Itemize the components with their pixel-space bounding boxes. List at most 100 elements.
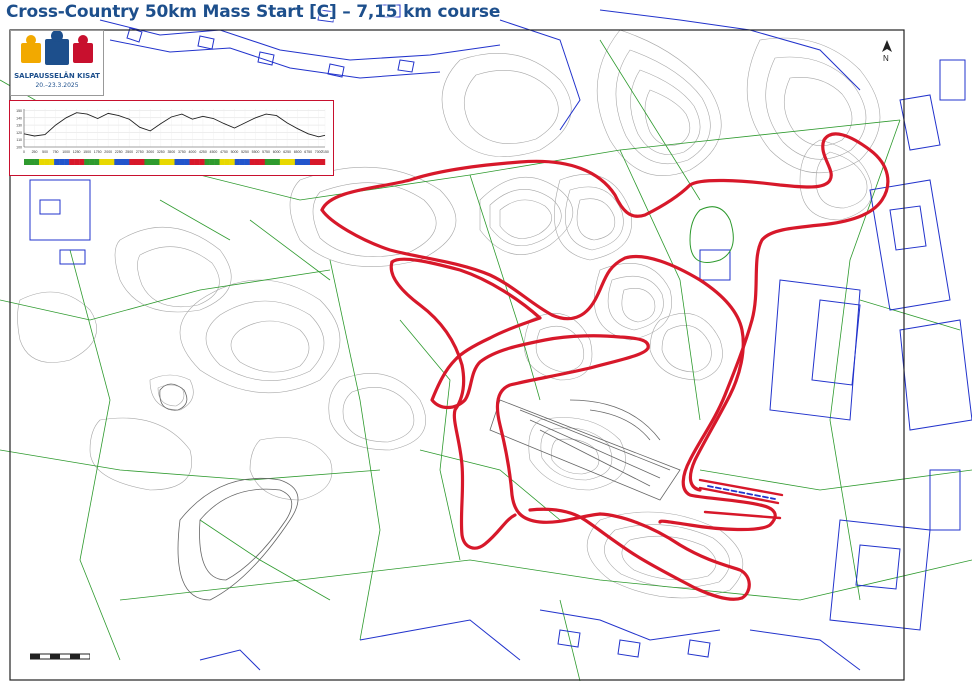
profile-segment [269,159,276,165]
profile-y-tick: 130 [16,124,22,128]
profile-segment [144,159,150,165]
profile-segment [264,159,271,165]
profile-segment [254,159,260,165]
profile-segment [179,159,185,165]
profile-segment [279,159,286,165]
profile-segment [259,159,265,165]
profile-segment [194,159,200,165]
profile-segment [89,159,95,165]
profile-segment [304,159,311,165]
profile-segment [239,159,245,165]
profile-segment [109,159,115,165]
profile-segment [199,159,205,165]
profile-segment [299,159,306,165]
stadium-structures [159,383,681,601]
profile-segment [169,159,175,165]
profile-x-tick: 3750 [178,150,186,154]
profile-segment [84,159,90,165]
profile-segment [74,159,80,165]
profile-segment [284,159,291,165]
profile-segment [234,159,240,165]
profile-segment [114,159,120,165]
profile-x-tick: 0 [23,150,25,154]
profile-y-tick: 120 [16,131,22,135]
profile-x-tick: 4500 [210,150,218,154]
profile-segment [44,159,50,165]
profile-x-tick: 5750 [262,150,270,154]
elevation-profile: 150 140 130 120 110 100 0 250 500 750 1000 1250 1500… [9,100,334,176]
profile-segment [129,159,135,165]
profile-segment [64,159,70,165]
profile-segment [184,159,190,165]
profile-segment [174,159,180,165]
profile-segment [69,159,75,165]
profile-segment [189,159,195,165]
logo-brand-text: SALPAUSSELÄN KISAT [14,72,100,80]
north-label: N [883,54,889,63]
profile-x-tick: 1750 [94,150,102,154]
profile-x-tick: 500 [42,150,48,154]
profile-x-tick: 4250 [199,150,207,154]
pond [689,206,734,263]
north-arrow-icon: N [880,40,894,66]
elevation-profile-chart: 1501401301201101000 250 500 750 1000 1250 1500… [16,109,329,165]
profile-segment [219,159,225,165]
logo-figures-icon [21,30,93,65]
profile-segment [139,159,145,165]
profile-segment [124,159,130,165]
profile-segment [224,159,230,165]
profile-segment [214,159,220,165]
profile-segment [99,159,105,165]
profile-segment [134,159,140,165]
profile-segment [149,159,155,165]
profile-x-tick: 6000 [273,150,281,154]
profile-elevation-line [23,112,326,138]
profile-x-tick: 3250 [157,150,165,154]
profile-segment [94,159,100,165]
event-logo: SALPAUSSELÄN KISAT 20.–23.3.2025 [10,30,104,96]
profile-segment [309,159,316,165]
profile-segment [49,159,55,165]
profile-x-tick: 1000 [62,150,70,154]
profile-x-tick: 1500 [83,150,91,154]
profile-x-tick: 2000 [104,150,112,154]
profile-x-tick: 1250 [73,150,81,154]
profile-x-tick: 5250 [241,150,249,154]
profile-x-tick: 7150 [321,150,329,154]
profile-segment [24,159,30,165]
profile-x-tick: 4000 [188,150,196,154]
profile-segment [79,159,85,165]
profile-segment [119,159,125,165]
profile-segment [249,159,255,165]
logo-dates: 20.–23.3.2025 [35,82,79,89]
scale-bar [30,653,90,660]
profile-x-tick: 6750 [304,150,312,154]
profile-segment [244,159,250,165]
profile-y-tick: 100 [16,146,22,150]
profile-segment [294,159,301,165]
profile-x-tick: 3500 [167,150,175,154]
page-title: Cross-Country 50km Mass Start [C] – 7,15… [6,2,501,22]
profile-segment [229,159,235,165]
profile-segment [319,159,326,165]
profile-segment [274,159,281,165]
profile-x-tick: 6250 [283,150,291,154]
profile-x-tick: 4750 [220,150,228,154]
profile-x-tick: 5000 [231,150,239,154]
profile-y-tick: 150 [16,109,22,113]
profile-x-tick: 750 [53,150,59,154]
profile-segment [59,159,65,165]
profile-segment [164,159,170,165]
profile-segment [29,159,35,165]
profile-segment [314,159,321,165]
profile-x-tick: 6500 [294,150,302,154]
profile-segment [104,159,110,165]
profile-segment [34,159,40,165]
profile-segment [39,159,45,165]
profile-segment [204,159,210,165]
profile-x-tick: 250 [32,150,38,154]
profile-segment [54,159,60,165]
profile-segment [159,159,165,165]
profile-x-tick: 3000 [146,150,154,154]
profile-x-tick: 2500 [125,150,133,154]
